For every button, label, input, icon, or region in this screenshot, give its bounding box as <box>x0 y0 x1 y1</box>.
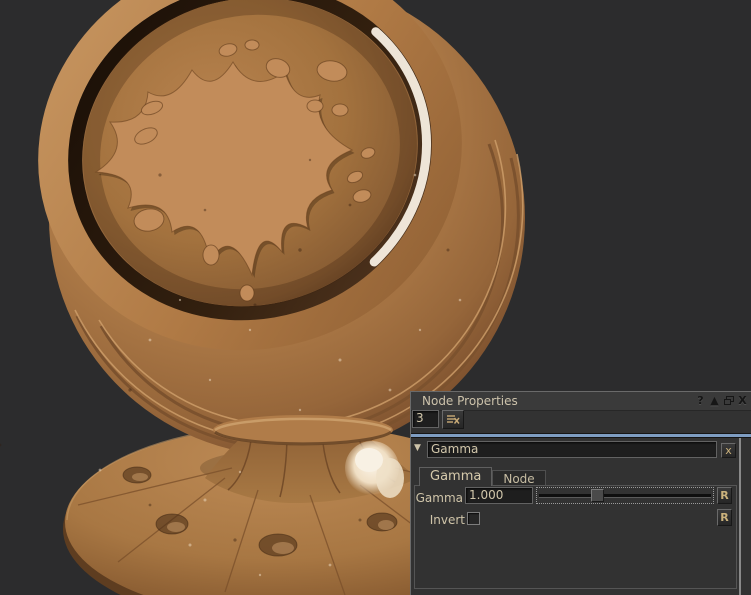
gamma-slider[interactable] <box>536 487 714 504</box>
max-panels-input[interactable]: 3 <box>412 410 439 428</box>
panel-accent-divider <box>411 433 751 438</box>
clear-panels-button[interactable] <box>442 410 464 429</box>
minimize-icon[interactable]: ▲ <box>708 393 721 407</box>
node-name-input[interactable]: Gamma <box>427 441 717 458</box>
collapse-triangle-icon[interactable]: ▼ <box>414 443 426 453</box>
node-properties-panel: Node Properties ? ▲ X 3 <box>410 391 751 595</box>
gamma-slider-track[interactable] <box>539 494 711 498</box>
invert-parameter-label: Invert <box>411 513 465 527</box>
gamma-value-input[interactable]: 1.000 <box>465 487 533 504</box>
help-icon[interactable]: ? <box>694 393 707 407</box>
gamma-reset-button[interactable]: R <box>717 487 732 504</box>
float-window-icon[interactable] <box>722 393 735 407</box>
panel-scrollbar[interactable] <box>739 438 741 595</box>
close-icon[interactable]: X <box>736 393 749 407</box>
invert-checkbox[interactable] <box>467 512 480 525</box>
invert-reset-button[interactable]: R <box>717 509 732 526</box>
application-window: Node Properties ? ▲ X 3 <box>0 0 751 595</box>
panel-title: Node Properties <box>422 394 518 408</box>
gamma-slider-handle[interactable] <box>591 489 604 502</box>
panel-titlebar[interactable]: Node Properties ? ▲ X <box>411 392 751 411</box>
gamma-parameter-label: Gamma <box>411 491 463 505</box>
tab-node[interactable]: Node <box>492 470 545 486</box>
tab-gamma[interactable]: Gamma <box>419 467 492 486</box>
tab-bar: Gamma Node <box>419 467 546 486</box>
node-close-button[interactable]: x <box>721 443 736 458</box>
